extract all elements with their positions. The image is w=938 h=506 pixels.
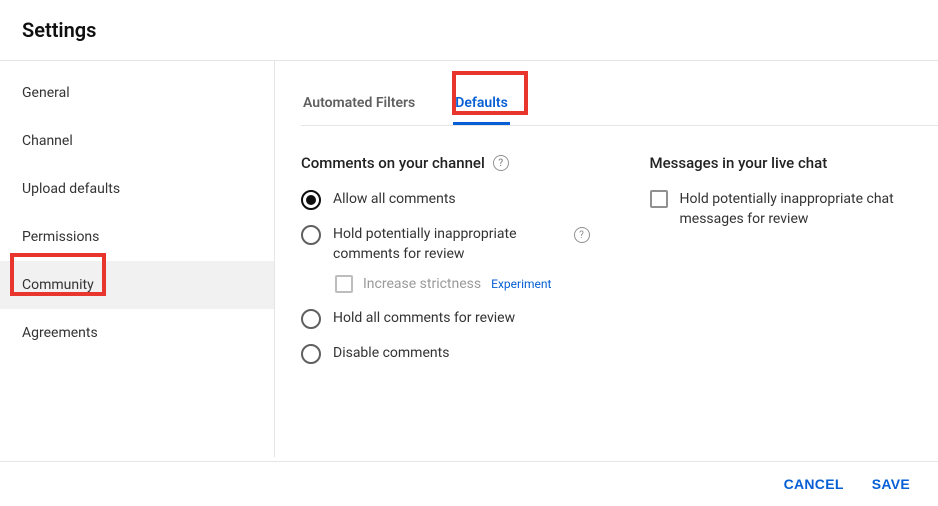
radio-hold-all[interactable]: Hold all comments for review (301, 309, 590, 329)
comments-column: Comments on your channel ? Allow all com… (301, 154, 590, 379)
footer: CANCEL SAVE (0, 461, 938, 506)
sidebar-item-agreements[interactable]: Agreements (0, 309, 274, 357)
checkbox-icon (650, 190, 668, 208)
experiment-badge: Experiment (491, 277, 551, 291)
sidebar-item-general[interactable]: General (0, 69, 274, 117)
sidebar-item-community[interactable]: Community (0, 261, 274, 309)
radio-hold-inappropriate[interactable]: Hold potentially inappropriate comments … (301, 225, 590, 264)
main-layout: General Channel Upload defaults Permissi… (0, 61, 938, 457)
defaults-panel: Comments on your channel ? Allow all com… (301, 126, 938, 379)
cancel-button[interactable]: CANCEL (784, 476, 844, 492)
increase-strictness-row: Increase strictness Experiment (335, 275, 590, 293)
save-button[interactable]: SAVE (872, 476, 910, 492)
radio-icon (301, 309, 321, 329)
radio-icon (301, 225, 321, 245)
comments-title-text: Comments on your channel (301, 154, 485, 172)
comments-section-title: Comments on your channel ? (301, 154, 590, 172)
radio-icon (301, 344, 321, 364)
radio-disable-comments[interactable]: Disable comments (301, 344, 590, 364)
content-panel: Automated Filters Defaults Comments on y… (275, 61, 938, 457)
radio-allow-all[interactable]: Allow all comments (301, 190, 590, 210)
livechat-title-text: Messages in your live chat (650, 154, 828, 172)
help-icon[interactable]: ? (493, 155, 509, 171)
tab-defaults[interactable]: Defaults (453, 87, 510, 125)
checkbox-increase-strictness (335, 275, 353, 293)
livechat-column: Messages in your live chat Hold potentia… (650, 154, 938, 379)
tab-automated-filters[interactable]: Automated Filters (301, 87, 417, 125)
radio-label: Hold all comments for review (333, 309, 515, 329)
radio-icon (301, 190, 321, 210)
sidebar-item-channel[interactable]: Channel (0, 117, 274, 165)
page-title: Settings (0, 0, 938, 60)
checkbox-label: Hold potentially inappropriate chat mess… (680, 190, 938, 229)
help-icon[interactable]: ? (574, 227, 590, 243)
radio-label: Disable comments (333, 344, 449, 364)
radio-label: Allow all comments (333, 190, 456, 210)
sidebar-item-permissions[interactable]: Permissions (0, 213, 274, 261)
tabs: Automated Filters Defaults (301, 61, 938, 126)
livechat-section-title: Messages in your live chat (650, 154, 938, 172)
checkbox-hold-chat[interactable]: Hold potentially inappropriate chat mess… (650, 190, 938, 229)
sidebar-item-upload-defaults[interactable]: Upload defaults (0, 165, 274, 213)
increase-strictness-label: Increase strictness (363, 276, 481, 292)
radio-label: Hold potentially inappropriate comments … (333, 225, 562, 264)
settings-sidebar: General Channel Upload defaults Permissi… (0, 61, 275, 457)
